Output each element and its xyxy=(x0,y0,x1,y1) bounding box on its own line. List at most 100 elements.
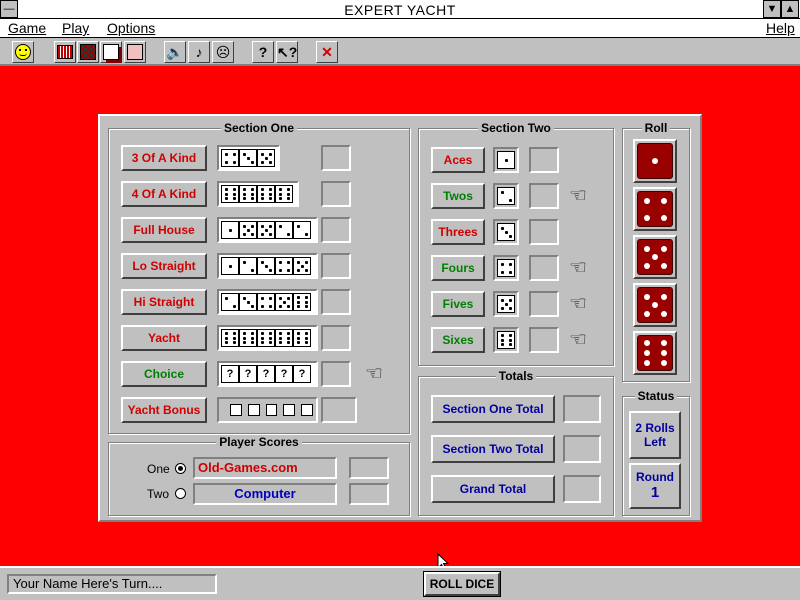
section-two-total-button[interactable]: Section Two Total xyxy=(431,435,555,463)
sound-button[interactable]: 🔈 xyxy=(164,41,186,63)
status-title: Status xyxy=(634,389,678,403)
yacht-bonus-dice-pattern xyxy=(217,397,318,423)
twos-score xyxy=(529,183,559,209)
pointing-hand-icon: ☜ xyxy=(365,363,383,385)
face-button[interactable]: ☹ xyxy=(212,41,234,63)
context-help-icon: ↖? xyxy=(277,44,298,60)
die-face-5-icon xyxy=(293,257,311,275)
abacus-button[interactable] xyxy=(54,41,76,63)
threes-die-box xyxy=(493,219,519,245)
threes-button[interactable]: Threes xyxy=(431,219,485,245)
section-one-total-score xyxy=(563,395,601,423)
roll-dice-button[interactable]: ROLL DICE xyxy=(423,571,501,597)
menu-game[interactable]: Game xyxy=(8,20,46,36)
die-face-2-icon xyxy=(497,187,515,205)
roll-die-5[interactable] xyxy=(633,331,677,375)
hi-straight-dice-pattern xyxy=(217,289,318,315)
die-face-2-icon xyxy=(293,221,311,239)
maximize-button[interactable]: ▲ xyxy=(781,0,799,18)
status-group: Status 2 Rolls Left Round 1 xyxy=(622,389,690,516)
grand-total-button[interactable]: Grand Total xyxy=(431,475,555,503)
sixes-button[interactable]: Sixes xyxy=(431,327,485,353)
3-of-a-kind-button[interactable]: 3 Of A Kind xyxy=(121,145,207,171)
context-help-button[interactable]: ↖? xyxy=(276,41,298,63)
menu-play[interactable]: Play xyxy=(62,20,89,36)
die-face-1-icon xyxy=(497,151,515,169)
lo-straight-dice-pattern xyxy=(217,253,318,279)
die-empty-icon xyxy=(230,404,242,416)
lo-straight-button[interactable]: Lo Straight xyxy=(121,253,207,279)
die-unknown-icon: ? xyxy=(221,365,239,383)
smiley-icon xyxy=(15,44,31,60)
player-one-radio[interactable] xyxy=(175,463,186,474)
menu-help[interactable]: Help xyxy=(766,20,795,36)
player-two-name[interactable]: Computer xyxy=(193,483,337,505)
twos-button[interactable]: Twos xyxy=(431,183,485,209)
die-face-6-icon xyxy=(293,329,311,347)
die-face-6-icon xyxy=(221,329,239,347)
4-of-a-kind-dice-pattern xyxy=(217,181,299,207)
yacht-dice-pattern xyxy=(217,325,318,351)
full-house-button[interactable]: Full House xyxy=(121,217,207,243)
cards-button[interactable] xyxy=(100,41,122,63)
4-of-a-kind-button[interactable]: 4 Of A Kind xyxy=(121,181,207,207)
yacht-button[interactable]: Yacht xyxy=(121,325,207,351)
twos-die-box xyxy=(493,183,519,209)
player-scores-group: Player Scores One Old-Games.com Two Comp… xyxy=(108,435,410,516)
player-two-radio[interactable] xyxy=(175,488,186,499)
yacht-bonus-score xyxy=(321,397,357,423)
menu-options[interactable]: Options xyxy=(107,20,155,36)
player-one-name[interactable]: Old-Games.com xyxy=(193,457,337,479)
die-face-4-icon xyxy=(497,259,515,277)
section-one-total-button[interactable]: Section One Total xyxy=(431,395,555,423)
die-face-1-icon xyxy=(221,221,239,239)
die-face-3-icon xyxy=(257,257,275,275)
die-face-3-icon xyxy=(239,293,257,311)
checker-button[interactable] xyxy=(77,41,99,63)
fours-button[interactable]: Fours xyxy=(431,255,485,281)
3-of-a-kind-score xyxy=(321,145,351,171)
3-of-a-kind-dice-pattern xyxy=(217,145,280,171)
aces-button[interactable]: Aces xyxy=(431,147,485,173)
game-panel: Section One 3 Of A Kind 4 Of A Kind Full H… xyxy=(98,114,702,522)
die-face-5-icon xyxy=(239,221,257,239)
minimize-button[interactable]: ▼ xyxy=(763,0,781,18)
choice-button[interactable]: Choice xyxy=(121,361,207,387)
die-unknown-icon: ? xyxy=(257,365,275,383)
player-two-score xyxy=(349,483,389,505)
menu-play-label: Play xyxy=(62,20,90,36)
help-button[interactable]: ? xyxy=(252,41,274,63)
music-button[interactable]: ♪ xyxy=(188,41,210,63)
die-face-2-icon xyxy=(275,221,293,239)
die-face-5-icon xyxy=(637,287,673,323)
die-face-3-icon xyxy=(497,223,515,241)
yacht-bonus-button[interactable]: Yacht Bonus xyxy=(121,397,207,423)
rolls-left-label: Left xyxy=(644,435,666,449)
die-face-6-icon xyxy=(257,185,275,203)
roll-die-2[interactable] xyxy=(633,187,677,231)
roll-die-4[interactable] xyxy=(633,283,677,327)
die-face-6-icon xyxy=(497,331,515,349)
hi-straight-button[interactable]: Hi Straight xyxy=(121,289,207,315)
pointing-hand-icon: ☜ xyxy=(569,293,587,315)
full-house-score xyxy=(321,217,351,243)
roll-die-3[interactable] xyxy=(633,235,677,279)
player-one-label: One xyxy=(147,462,170,476)
fives-button[interactable]: Fives xyxy=(431,291,485,317)
sixes-score xyxy=(529,327,559,353)
close-x-button[interactable]: ✕ xyxy=(316,41,338,63)
die-face-5-icon xyxy=(497,295,515,313)
section-two-total-score xyxy=(563,435,601,463)
die-unknown-icon: ? xyxy=(239,365,257,383)
roll-group: Roll xyxy=(622,121,690,382)
photo-button[interactable] xyxy=(124,41,146,63)
smiley-button[interactable] xyxy=(12,41,34,63)
section-two-group: Section Two Aces Twos ☜ Threes Fours ☜ Fives ☜ S… xyxy=(418,121,614,366)
fives-die-box xyxy=(493,291,519,317)
player-one-score xyxy=(349,457,389,479)
round-label: Round xyxy=(636,470,674,484)
die-face-2-icon xyxy=(239,257,257,275)
totals-group: Totals Section One Total Section Two Tot… xyxy=(418,369,614,516)
roll-die-1[interactable] xyxy=(633,139,677,183)
close-x-icon: ✕ xyxy=(321,44,333,60)
